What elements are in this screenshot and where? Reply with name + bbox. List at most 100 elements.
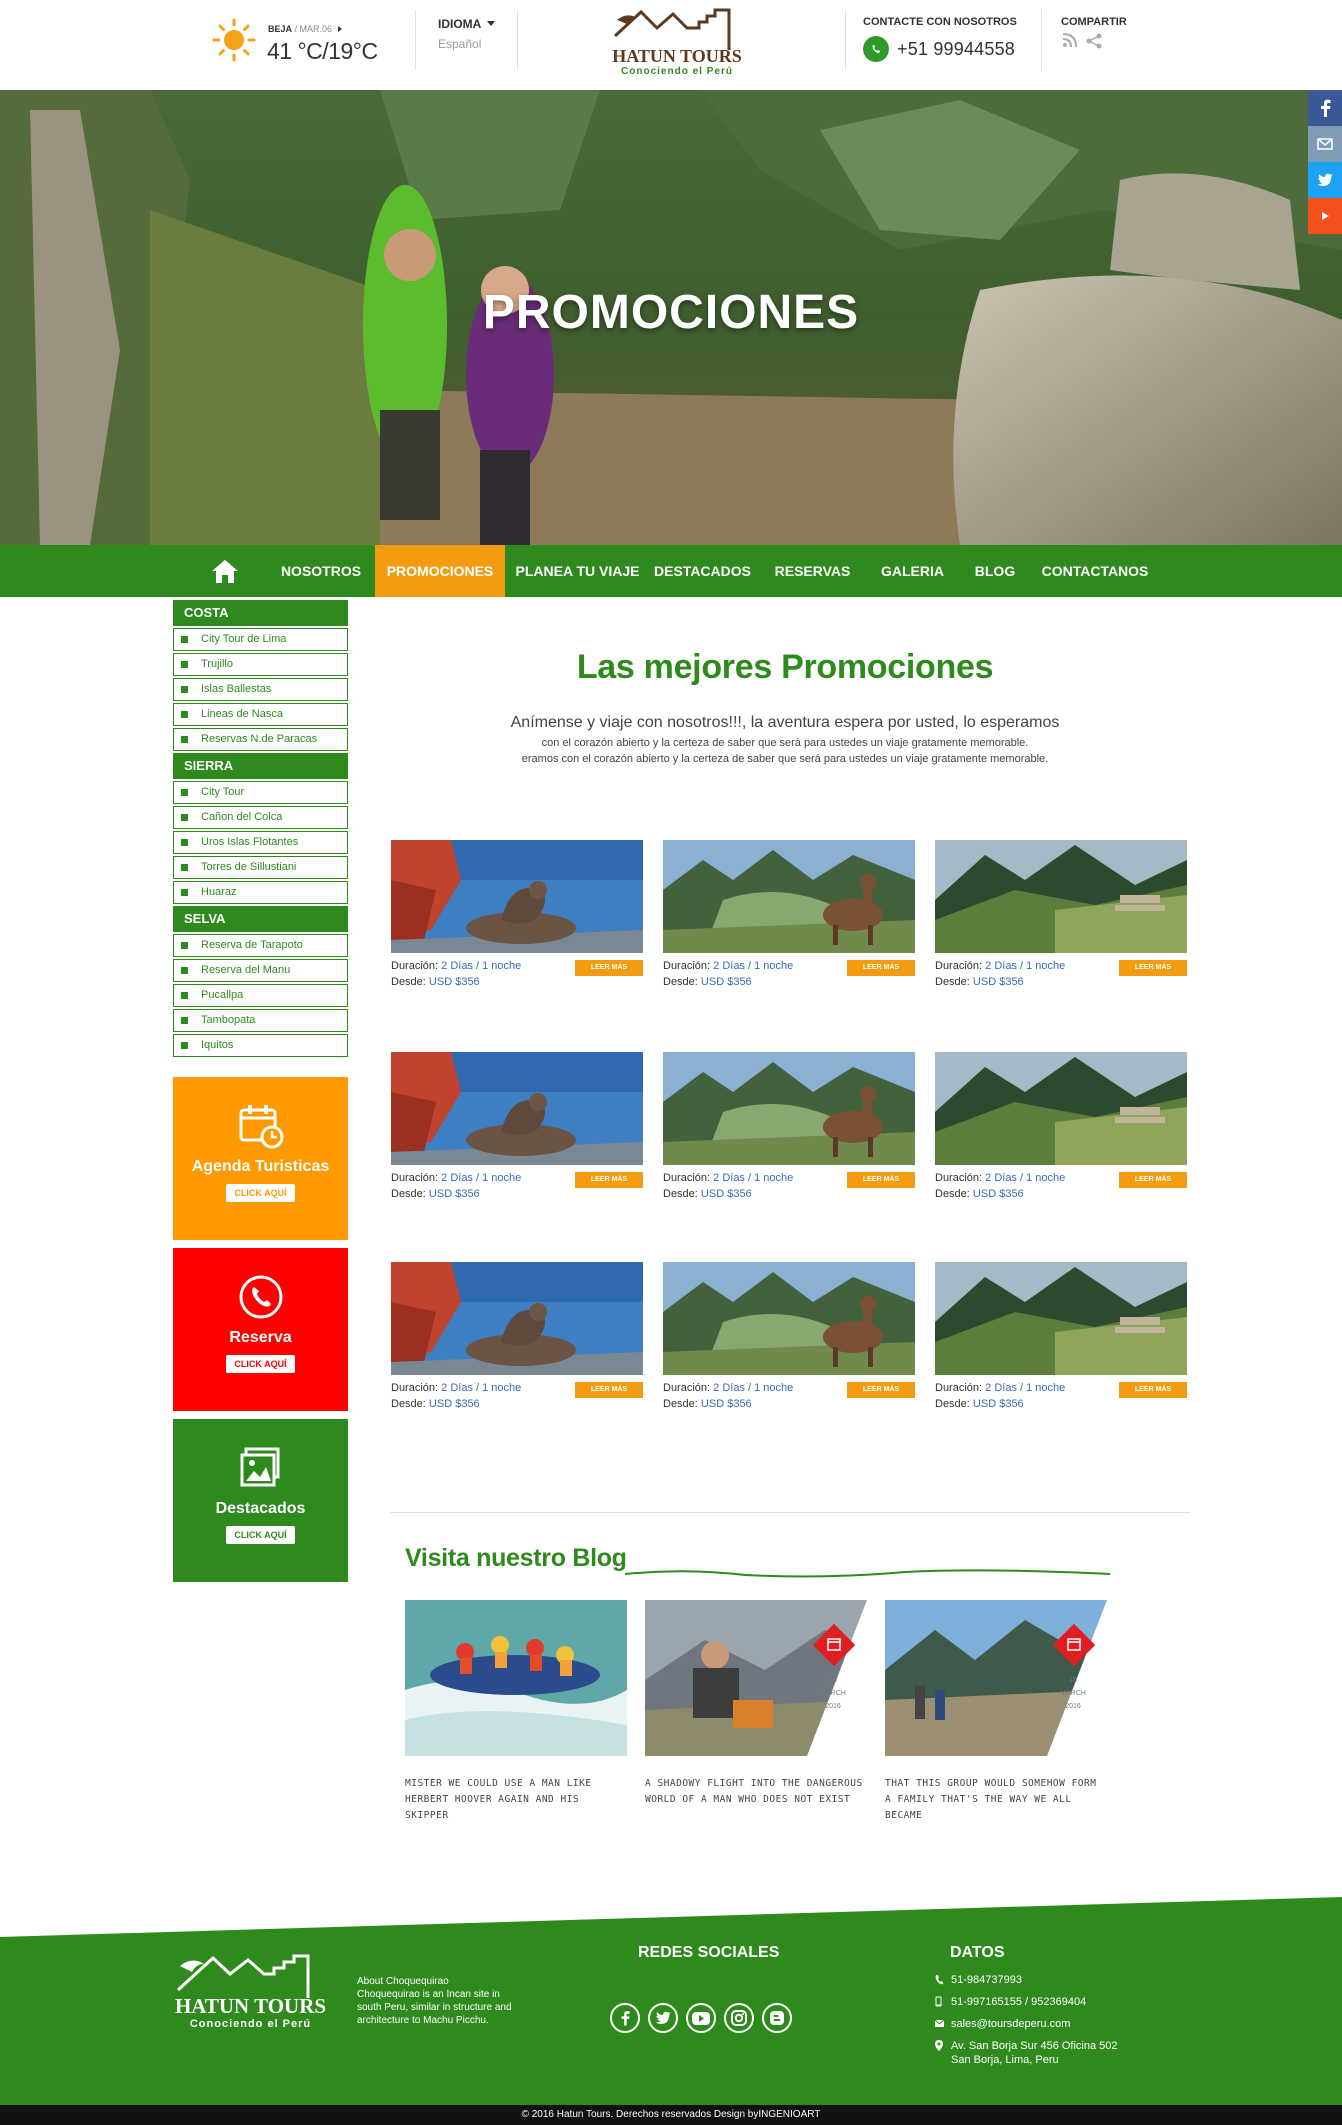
sidebar-item[interactable]: Reservas N.de Paracas [173, 728, 348, 751]
category-header[interactable]: SIERRA [173, 753, 348, 779]
divider [390, 1512, 1190, 1513]
nav-contactanos[interactable]: CONTACTANOS [1035, 545, 1155, 597]
read-more-button[interactable]: LEER MÁS [1119, 960, 1187, 976]
sidebar-item[interactable]: City Tour de Lima [173, 628, 348, 651]
price-label: Desde: [391, 1398, 426, 1410]
nav-planea-tu-viaje[interactable]: PLANEA TU VIAJE [510, 545, 645, 597]
reserva-button[interactable]: CLICK AQUÍ [226, 1355, 295, 1373]
footer-logo[interactable]: HATUN TOURS Conociendo el Perú [168, 1950, 333, 2035]
blogger-icon[interactable] [762, 2003, 792, 2033]
site-logo[interactable]: HATUN TOURS Conociendo el Perú [607, 6, 747, 80]
share-icon[interactable] [1085, 33, 1103, 49]
duration-label: Duración: [935, 1382, 983, 1394]
divider [415, 10, 416, 70]
sidebar-item[interactable]: Reserva de Tarapoto [173, 934, 348, 957]
nav-promociones[interactable]: PROMOCIONES [375, 545, 505, 597]
sidebar-item[interactable]: Iquitos [173, 1034, 348, 1057]
category-header[interactable]: COSTA [173, 600, 348, 626]
social-title: REDES SOCIALES [638, 1944, 780, 1961]
duration-label: Duración: [391, 1382, 439, 1394]
promotion-card[interactable]: Duración: 2 Días / 1 noche Desde: USD $35… [935, 1262, 1187, 1427]
sidebar-item[interactable]: Cañon del Colca [173, 806, 348, 829]
sidebar-item[interactable]: City Tour [173, 781, 348, 804]
promotion-card[interactable]: Duración: 2 Días / 1 noche Desde: USD $35… [935, 1052, 1187, 1217]
facebook-icon[interactable] [610, 2003, 640, 2033]
footer-address: Av. San Borja Sur 456 Oficina 502 San Bor… [935, 2039, 1118, 2067]
sidebar-item[interactable]: Lineas de Nasca [173, 703, 348, 726]
sidebar-item[interactable]: Huaraz [173, 881, 348, 904]
machu-picchu-llama-photo [663, 1052, 915, 1165]
agenda-box[interactable]: Agenda Turisticas CLICK AQUÍ [173, 1077, 348, 1240]
email-icon[interactable] [1308, 126, 1342, 162]
about-title: About Choquequirao [357, 1976, 449, 1987]
promotion-card[interactable]: Duración: 2 Días / 1 noche Desde: USD $35… [391, 1052, 643, 1217]
sidebar-item[interactable]: Tambopata [173, 1009, 348, 1032]
read-more-button[interactable]: LEER MÁS [847, 1172, 915, 1188]
date-year: 2016 [825, 1703, 841, 1710]
promotion-card[interactable]: Duración: 2 Días / 1 noche Desde: USD $35… [391, 1262, 643, 1427]
price-value: USD $356 [972, 976, 1024, 988]
weather-location[interactable]: BEJA / MAR.06 [268, 24, 342, 34]
sidebar-item[interactable]: Reserva del Manu [173, 959, 348, 982]
duration-value: 2 Días / 1 noche [441, 1172, 522, 1184]
contact-label: CONTACTE CON NOSOTROS [863, 16, 1017, 28]
category-header[interactable]: SELVA [173, 906, 348, 932]
youtube-icon[interactable] [1308, 198, 1342, 234]
price-label: Desde: [663, 1188, 698, 1200]
machu-picchu-llama-photo [663, 840, 915, 953]
blog-card[interactable]: MISTER WE COULD USE A MAN LIKE HERBERT H… [405, 1600, 627, 1824]
read-more-button[interactable]: LEER MÁS [847, 960, 915, 976]
read-more-button[interactable]: LEER MÁS [575, 960, 643, 976]
read-more-button[interactable]: LEER MÁS [575, 1382, 643, 1398]
page-title: Las mejores Promociones [576, 648, 994, 686]
nav-reservas[interactable]: RESERVAS [760, 545, 865, 597]
read-more-button[interactable]: LEER MÁS [847, 1382, 915, 1398]
promotion-card[interactable]: Duración: 2 Días / 1 noche Desde: USD $35… [663, 1052, 915, 1217]
read-more-button[interactable]: LEER MÁS [1119, 1382, 1187, 1398]
nav-nosotros[interactable]: NOSOTROS [270, 545, 372, 597]
youtube-icon[interactable] [686, 2003, 716, 2033]
destacados-button[interactable]: CLICK AQUÍ [226, 1526, 295, 1544]
blog-card[interactable]: 10 MARCH 2016 A SHADOWY FLIGHT INTO THE … [645, 1600, 867, 1808]
twitter-icon[interactable] [648, 2003, 678, 2033]
nav-blog[interactable]: BLOG [960, 545, 1030, 597]
mountain-valley-photo [935, 1262, 1187, 1375]
footer-email[interactable]: sales@toursdeperu.com [935, 2017, 1070, 2031]
reserva-box[interactable]: Reserva CLICK AQUÍ [173, 1248, 348, 1411]
duration-label: Duración: [391, 960, 439, 972]
logo-name: HATUN TOURS [612, 46, 742, 66]
sea-lion-photo [391, 1052, 643, 1165]
weather-temperature: 41 °C/19°C [267, 38, 378, 64]
location-icon [935, 2040, 943, 2051]
share-block: COMPARTIR [1061, 16, 1127, 49]
twitter-icon[interactable] [1308, 162, 1342, 198]
promotion-card[interactable]: Duración: 2 Días / 1 noche Desde: USD $35… [935, 840, 1187, 1005]
read-more-button[interactable]: LEER MÁS [575, 1172, 643, 1188]
logo-name: HATUN TOURS [174, 1994, 327, 2018]
sidebar-item[interactable]: Pucallpa [173, 984, 348, 1007]
nav-home[interactable] [190, 545, 260, 597]
nav-galeria[interactable]: GALERIA [870, 545, 955, 597]
instagram-icon[interactable] [724, 2003, 754, 2033]
rss-icon[interactable] [1061, 33, 1079, 49]
sidebar-item[interactable]: Uros Islas Flotantes [173, 831, 348, 854]
promotion-card[interactable]: Duración: 2 Días / 1 noche Desde: USD $35… [391, 840, 643, 1005]
agenda-button[interactable]: CLICK AQUÍ [226, 1184, 295, 1202]
promotion-card[interactable]: Duración: 2 Días / 1 noche Desde: USD $35… [663, 840, 915, 1005]
destacados-box[interactable]: Destacados CLICK AQUÍ [173, 1419, 348, 1582]
promotion-card[interactable]: Duración: 2 Días / 1 noche Desde: USD $35… [663, 1262, 915, 1427]
price-label: Desde: [391, 976, 426, 988]
blog-card[interactable]: 10 MARCH 2016 THAT THIS GROUP WOULD SOME… [885, 1600, 1107, 1824]
sidebar-item[interactable]: Islas Ballestas [173, 678, 348, 701]
contact-phone[interactable]: +51 99944558 [897, 39, 1015, 60]
blog-title: Visita nuestro Blog [405, 1544, 627, 1572]
sea-lion-photo [391, 1262, 643, 1375]
nav-destacados[interactable]: DESTACADOS [650, 545, 755, 597]
sidebar-item[interactable]: Trujillo [173, 653, 348, 676]
mountain-valley-photo [935, 840, 1187, 953]
whatsapp-icon[interactable] [863, 36, 889, 62]
language-selector[interactable]: IDIOMA Español [438, 17, 496, 51]
sidebar-item[interactable]: Torres de Sillustiani [173, 856, 348, 879]
facebook-icon[interactable] [1308, 90, 1342, 126]
read-more-button[interactable]: LEER MÁS [1119, 1172, 1187, 1188]
